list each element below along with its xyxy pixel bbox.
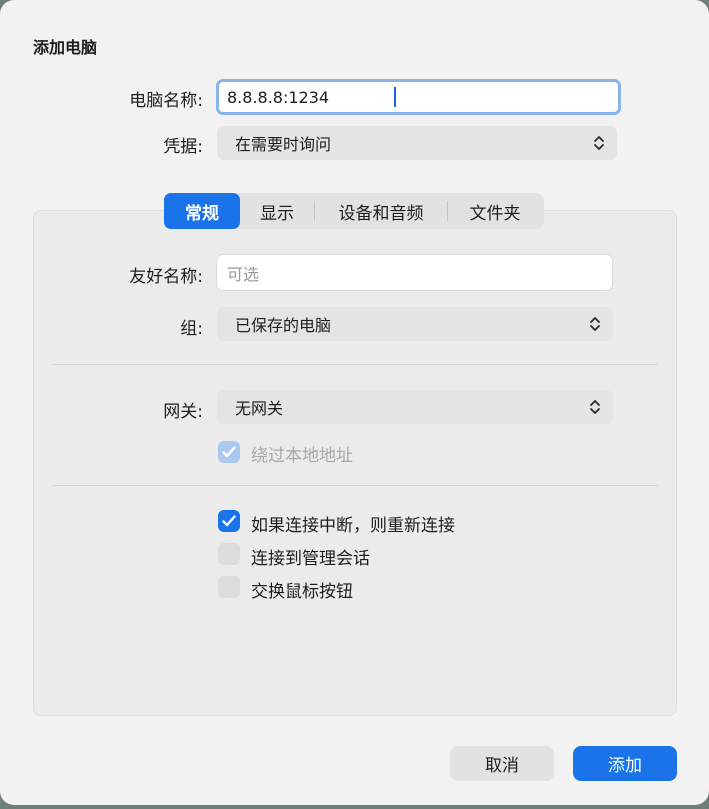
dialog-title: 添加电脑 <box>33 38 98 57</box>
group-label: 组: <box>180 319 203 339</box>
updown-chevron-icon <box>590 317 600 331</box>
updown-chevron-icon <box>594 136 604 150</box>
admin-session-label[interactable]: 连接到管理会话 <box>251 544 370 569</box>
tab-bar: 常规 显示 设备和音频 文件夹 <box>164 193 544 229</box>
pc-name-value: 8.8.8.8:1234 <box>227 87 330 107</box>
gateway-value: 无网关 <box>235 399 284 418</box>
credentials-value: 在需要时询问 <box>235 135 332 154</box>
section-divider <box>53 364 658 365</box>
credentials-label: 凭据: <box>163 137 203 157</box>
reconnect-checkbox[interactable] <box>218 510 240 532</box>
group-value: 已保存的电脑 <box>235 316 332 335</box>
checkmark-icon <box>222 446 236 458</box>
gateway-label: 网关: <box>163 402 203 422</box>
updown-chevron-icon <box>590 400 600 414</box>
reconnect-label[interactable]: 如果连接中断，则重新连接 <box>251 511 455 536</box>
friendly-name-label: 友好名称: <box>129 267 203 287</box>
friendly-name-input[interactable]: 可选 <box>216 254 613 291</box>
friendly-name-placeholder: 可选 <box>227 264 260 284</box>
swap-mouse-checkbox[interactable] <box>218 576 240 598</box>
add-button[interactable]: 添加 <box>573 746 677 781</box>
bypass-local-checkbox <box>218 441 240 463</box>
swap-mouse-label[interactable]: 交换鼠标按钮 <box>251 577 353 602</box>
admin-session-checkbox[interactable] <box>218 543 240 565</box>
credentials-select[interactable]: 在需要时询问 <box>217 126 617 160</box>
tab-folders[interactable]: 文件夹 <box>448 193 542 229</box>
bypass-local-label: 绕过本地地址 <box>251 446 353 466</box>
gateway-select[interactable]: 无网关 <box>217 390 613 424</box>
cancel-button[interactable]: 取消 <box>450 746 554 781</box>
tab-devices-audio[interactable]: 设备和音频 <box>315 193 447 229</box>
add-pc-dialog: 添加电脑 电脑名称: 8.8.8.8:1234 凭据: 在需要时询问 常规 显示… <box>0 0 709 805</box>
section-divider <box>53 485 658 486</box>
pc-name-label: 电脑名称: <box>129 91 203 111</box>
group-select[interactable]: 已保存的电脑 <box>217 307 613 341</box>
tab-display[interactable]: 显示 <box>240 193 314 229</box>
text-caret <box>394 87 396 107</box>
tab-general[interactable]: 常规 <box>164 193 240 229</box>
checkmark-icon <box>222 515 236 527</box>
pc-name-input[interactable]: 8.8.8.8:1234 <box>216 79 621 115</box>
